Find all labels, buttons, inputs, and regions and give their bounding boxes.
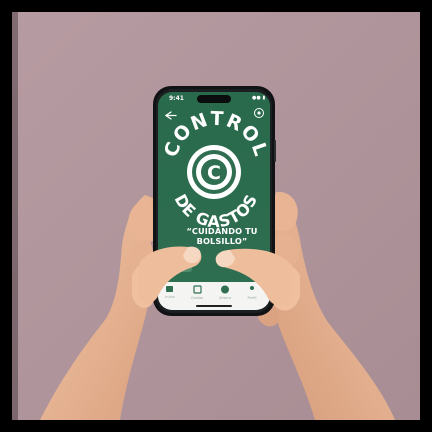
- profile-icon: [250, 286, 254, 290]
- status-time: 9:41: [169, 95, 184, 102]
- logo-emblem-glyph: C: [207, 162, 221, 184]
- photo-scene: CONTROL DE GASTOS C: [0, 0, 432, 432]
- savings-icon: [221, 285, 229, 294]
- home-indicator: [196, 305, 232, 307]
- nav-label-perfil: Perfil: [247, 296, 257, 300]
- nav-label-ahorro: Ahorro: [219, 296, 231, 300]
- nav-item-inicio[interactable]: [166, 286, 173, 292]
- app-tagline: “CUIDANDO TU BOLSILLO”: [186, 226, 258, 246]
- nav-item-perfil[interactable]: [250, 286, 254, 290]
- nav-label-inicio: Inicio: [165, 295, 175, 299]
- nav-item-ahorro[interactable]: [221, 285, 229, 294]
- logo-emblem-icon: C: [187, 145, 241, 199]
- nav-label-gastos: Gastos: [190, 296, 204, 300]
- status-icons: ●● ▮: [252, 95, 266, 101]
- gift-icon: [166, 286, 173, 292]
